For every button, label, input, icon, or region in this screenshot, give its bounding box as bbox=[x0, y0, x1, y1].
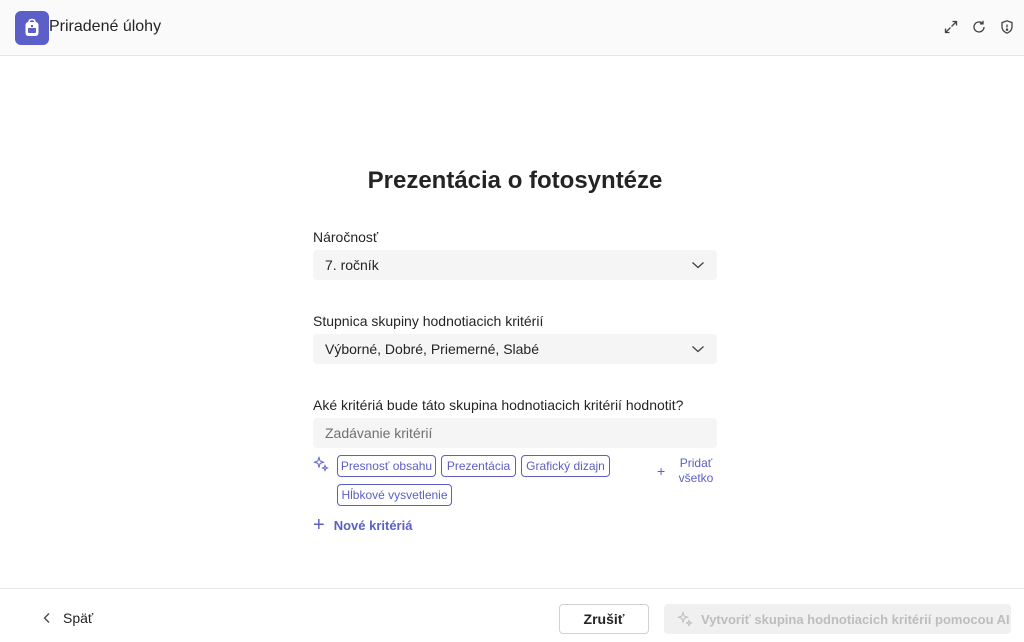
footer-bar: Späť Zrušiť Vytvoriť skupina hodnotiacic… bbox=[0, 588, 1024, 642]
suggestion-chip[interactable]: Prezentácia bbox=[441, 455, 516, 477]
sparkle-icon bbox=[677, 611, 693, 627]
expand-icon[interactable] bbox=[941, 17, 961, 37]
refresh-icon[interactable] bbox=[969, 17, 989, 37]
scale-dropdown[interactable]: Výborné, Dobré, Priemerné, Slabé bbox=[313, 334, 717, 364]
page-title: Prezentácia o fotosyntéze bbox=[367, 167, 663, 194]
chevron-left-icon bbox=[43, 613, 50, 623]
suggestion-chip[interactable]: Grafický dizajn bbox=[521, 455, 610, 477]
add-all-label: Pridať bbox=[679, 456, 713, 470]
title-bar: Priradené úlohy bbox=[0, 0, 1024, 56]
difficulty-value: 7. ročník bbox=[325, 257, 379, 273]
plus-icon: + bbox=[313, 514, 325, 536]
shield-icon[interactable] bbox=[997, 17, 1017, 37]
app-title: Priradené úlohy bbox=[49, 18, 162, 35]
scale-label: Stupnica skupiny hodnotiacich kritérií bbox=[313, 313, 544, 329]
chevron-down-icon bbox=[692, 346, 704, 353]
chevron-down-icon bbox=[692, 262, 704, 269]
back-label: Späť bbox=[63, 610, 94, 626]
back-button[interactable]: Späť bbox=[42, 610, 93, 626]
suggestion-chip[interactable]: Hĺbkové vysvetlenie bbox=[337, 484, 452, 506]
create-with-ai-label: Vytvoriť skupina hodnotiacich kritérií p… bbox=[701, 611, 1010, 627]
cancel-button[interactable]: Zrušiť bbox=[559, 604, 649, 634]
create-with-ai-button[interactable]: Vytvoriť skupina hodnotiacich kritérií p… bbox=[664, 604, 1011, 634]
scale-value: Výborné, Dobré, Priemerné, Slabé bbox=[325, 341, 539, 357]
plus-icon: + bbox=[657, 463, 666, 479]
suggestion-chip[interactable]: Presnosť obsahu bbox=[337, 455, 436, 477]
sparkle-icon bbox=[313, 456, 329, 472]
criteria-input[interactable] bbox=[313, 418, 717, 448]
backpack-icon bbox=[15, 11, 49, 45]
add-all-button[interactable]: + Pridať všetko bbox=[654, 456, 718, 488]
difficulty-dropdown[interactable]: 7. ročník bbox=[313, 250, 717, 280]
add-all-label: všetko bbox=[678, 471, 714, 485]
new-criteria-label: Nové kritériá bbox=[333, 517, 413, 533]
new-criteria-button[interactable]: + Nové kritériá bbox=[313, 515, 412, 535]
difficulty-label: Náročnosť bbox=[313, 229, 379, 245]
criteria-label: Aké kritériá bude táto skupina hodnotiac… bbox=[313, 397, 684, 413]
